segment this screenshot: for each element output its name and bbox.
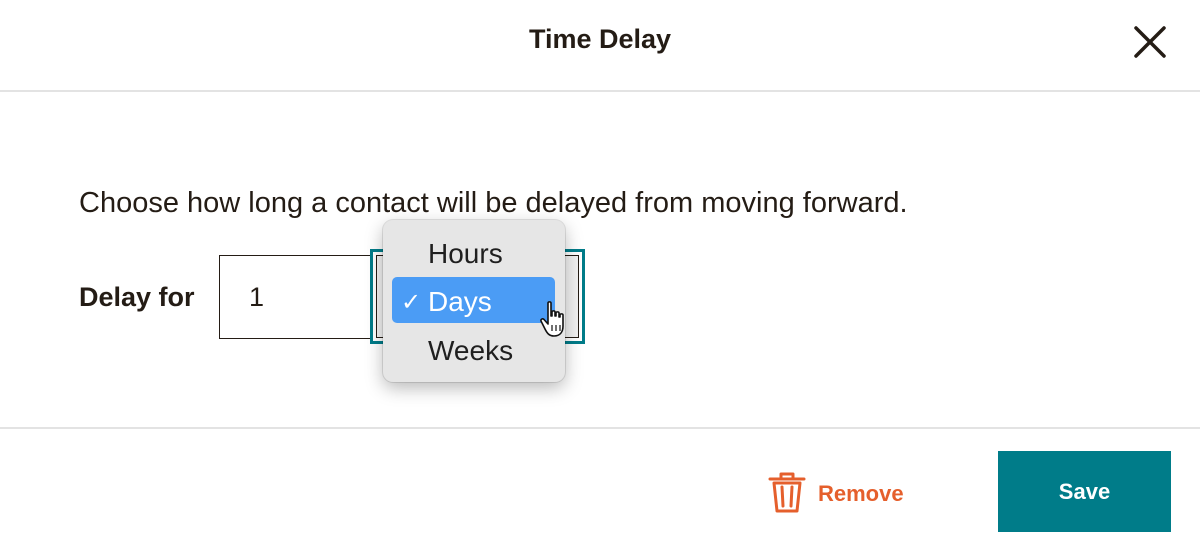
save-button[interactable]: Save: [998, 451, 1171, 532]
close-icon: [1134, 26, 1166, 58]
footer-divider: [0, 427, 1200, 429]
hand-pointer-cursor-icon: [540, 301, 564, 337]
close-button[interactable]: [1128, 20, 1172, 64]
unit-option-days[interactable]: ✓ Days: [392, 277, 555, 323]
delay-amount-input[interactable]: [219, 255, 389, 339]
checkmark-icon: ✓: [401, 289, 422, 316]
remove-label: Remove: [818, 481, 904, 506]
dialog-header: Time Delay: [0, 0, 1200, 92]
remove-button[interactable]: Remove: [767, 470, 917, 516]
delay-unit-dropdown: Hours ✓ Days Weeks: [383, 220, 565, 382]
delay-description: Choose how long a contact will be delaye…: [79, 187, 908, 219]
time-delay-dialog: Time Delay Choose how long a contact wil…: [0, 0, 1200, 548]
unit-option-hours[interactable]: Hours: [392, 229, 555, 275]
delay-for-label: Delay for: [79, 282, 195, 312]
trash-icon: [768, 472, 806, 513]
dialog-title: Time Delay: [528, 24, 672, 54]
unit-option-label: Hours: [428, 238, 503, 269]
unit-option-weeks[interactable]: Weeks: [392, 326, 555, 372]
unit-option-label: Weeks: [428, 335, 514, 366]
unit-option-label: Days: [428, 286, 492, 317]
